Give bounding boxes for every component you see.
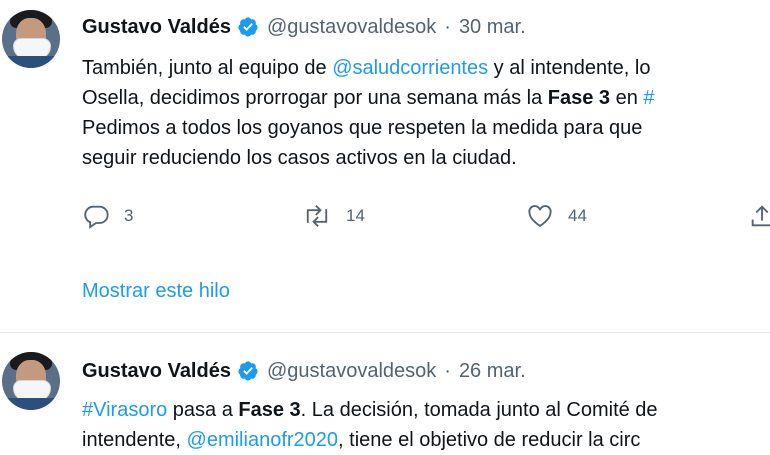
- author-name[interactable]: Gustavo Valdés: [82, 16, 231, 39]
- tweet-line: Osella, decidimos prorrogar por una sema…: [82, 87, 655, 109]
- hashtag-link[interactable]: #Virasoro: [82, 399, 167, 421]
- mention-link[interactable]: @emilianofr2020: [187, 429, 339, 451]
- tweet-line: Pedimos a todos los goyanos que respeten…: [82, 117, 643, 139]
- tweet-date[interactable]: 26 mar.: [459, 360, 526, 383]
- show-thread-link[interactable]: Mostrar este hilo: [82, 280, 230, 303]
- tweet-header: Gustavo Valdés @gustavovaldesok · 30 mar…: [82, 12, 526, 42]
- tweet-actions: 3 14 44: [82, 200, 770, 234]
- tweet-divider: [0, 332, 770, 333]
- verified-badge-icon: [238, 17, 258, 37]
- tweet-text: También, junto al equipo de @saludcorrie…: [82, 53, 770, 173]
- retweet-icon: [306, 204, 328, 228]
- like-button[interactable]: 44: [526, 202, 587, 230]
- tweet-date[interactable]: 30 mar.: [459, 16, 526, 39]
- share-button[interactable]: [748, 202, 770, 230]
- like-count: 44: [568, 206, 587, 225]
- author-handle[interactable]: @gustavovaldesok: [267, 16, 436, 39]
- reply-icon: [84, 205, 109, 229]
- tweet-line: seguir reduciendo los casos activos en l…: [82, 147, 517, 169]
- author-name[interactable]: Gustavo Valdés: [82, 360, 231, 383]
- tweet-line: #Virasoro pasa a Fase 3. La decisión, to…: [82, 399, 658, 421]
- avatar[interactable]: [2, 10, 60, 68]
- hashtag-link[interactable]: #: [643, 87, 654, 109]
- reply-count: 3: [124, 206, 134, 225]
- tweet-header: Gustavo Valdés @gustavovaldesok · 26 mar…: [82, 356, 526, 386]
- tweet-text: #Virasoro pasa a Fase 3. La decisión, to…: [82, 395, 770, 455]
- author-handle[interactable]: @gustavovaldesok: [267, 360, 436, 383]
- verified-badge-icon: [238, 361, 258, 381]
- retweet-button[interactable]: 14: [302, 202, 365, 230]
- avatar[interactable]: [2, 352, 60, 410]
- tweet-line: También, junto al equipo de @saludcorrie…: [82, 57, 651, 79]
- separator-dot: ·: [444, 359, 451, 382]
- heart-icon: [528, 205, 552, 228]
- separator-dot: ·: [444, 15, 451, 38]
- tweet-line: intendente, @emilianofr2020, tiene el ob…: [82, 429, 641, 451]
- reply-button[interactable]: 3: [82, 202, 133, 230]
- share-icon: [751, 205, 770, 227]
- retweet-count: 14: [346, 206, 365, 225]
- mention-link[interactable]: @saludcorrientes: [332, 57, 488, 79]
